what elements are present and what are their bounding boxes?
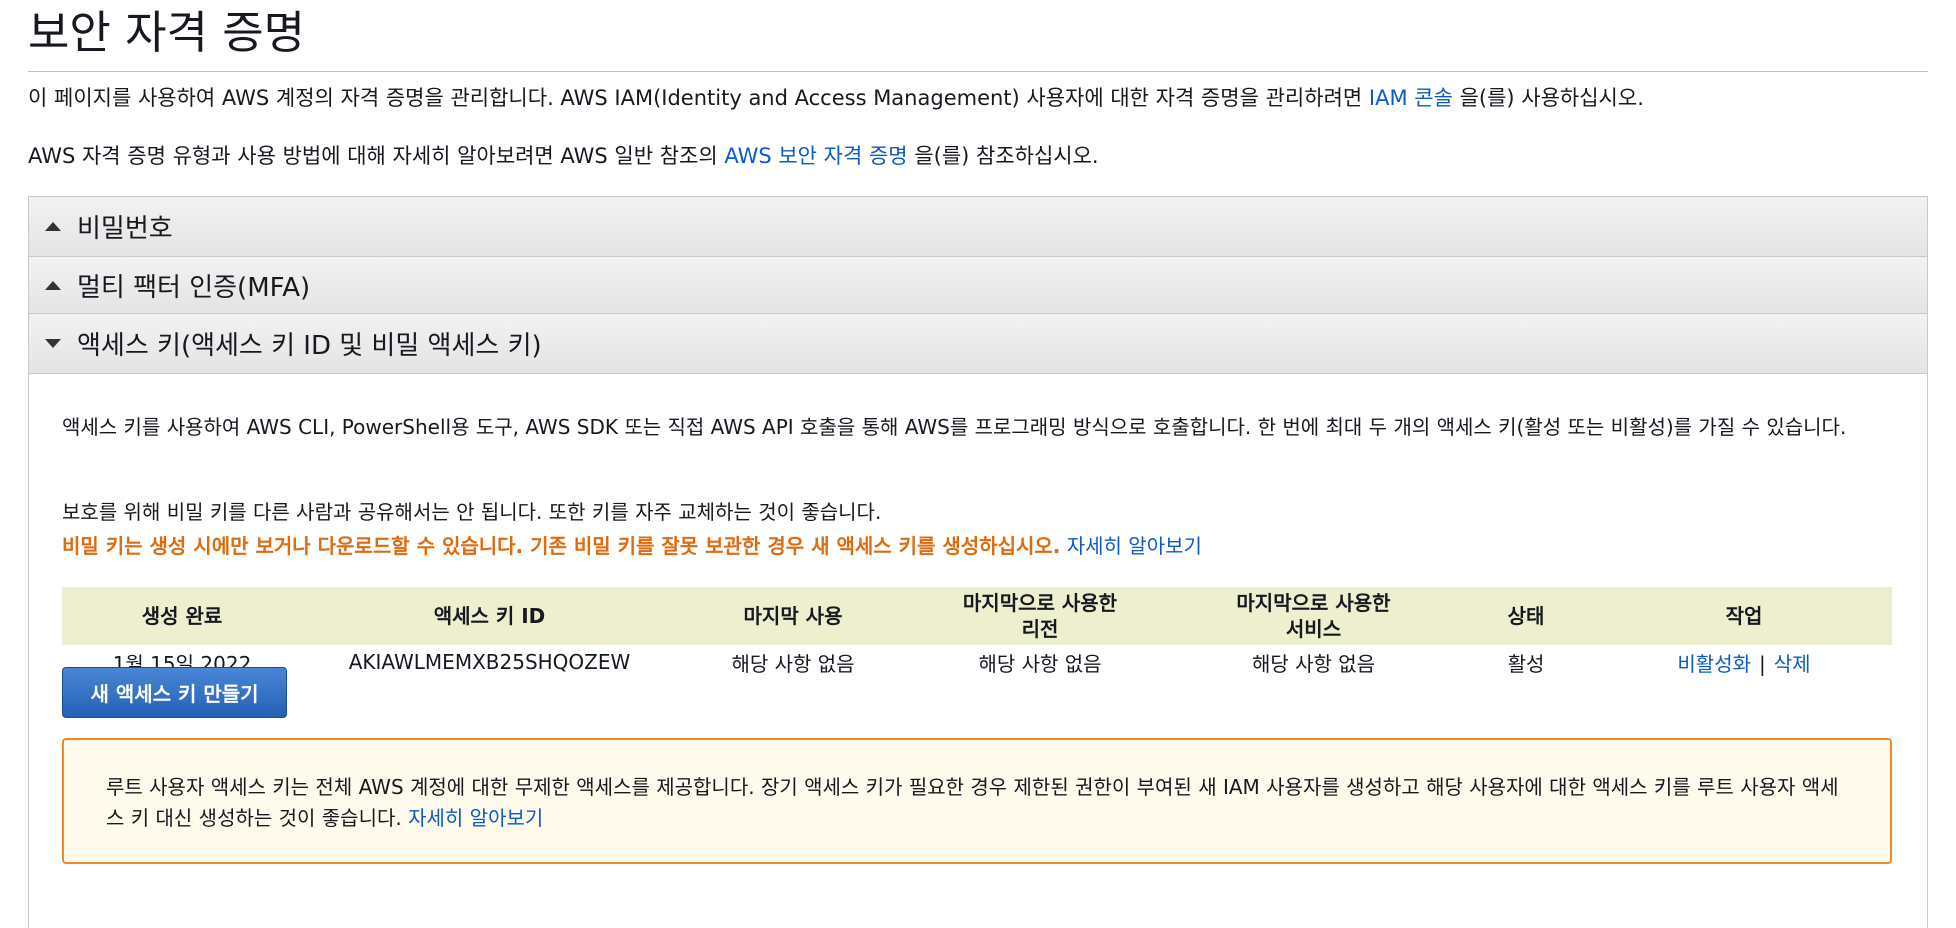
header-last-service-line-2: 서비스 [1285, 617, 1342, 641]
access-keys-description: 액세스 키를 사용하여 AWS CLI, PowerShell용 도구, AWS… [62, 415, 1847, 439]
table-header-row: 생성 완료 액세스 키 ID 마지막 사용 마지막으로 사용한 리전 마지막으로 … [62, 587, 1892, 645]
cell-key-id: AKIAWLMEMXB25SHQOZEW [348, 650, 631, 674]
accordion-access-keys[interactable]: 액세스 키(액세스 키 ID 및 비밀 액세스 키) [29, 314, 1927, 374]
expand-arrow-icon [45, 339, 61, 348]
intro-paragraph-2: AWS 자격 증명 유형과 사용 방법에 대해 자세히 알아보려면 AWS 일반… [28, 140, 1099, 170]
intro-2-text: AWS 자격 증명 유형과 사용 방법에 대해 자세히 알아보려면 AWS 일반… [28, 144, 725, 168]
accordion-password-title: 비밀번호 [77, 214, 173, 244]
root-notice-learn-more-link[interactable]: 자세히 알아보기 [408, 806, 543, 830]
header-last-service: 마지막으로 사용한 서비스 [1171, 587, 1456, 645]
secret-key-warning: 비밀 키는 생성 시에만 보거나 다운로드할 수 있습니다. 기존 비밀 키를 … [62, 530, 1202, 563]
root-notice-text: 루트 사용자 액세스 키는 전체 AWS 계정에 대한 무제한 액세스를 제공합… [106, 775, 1839, 830]
cell-last-service: 해당 사항 없음 [1251, 651, 1376, 676]
learn-more-link[interactable]: 자세히 알아보기 [1067, 534, 1202, 558]
credentials-panel: 비밀번호 멀티 팩터 인증(MFA) 액세스 키(액세스 키 ID 및 비밀 액… [28, 196, 1928, 928]
create-access-key-button[interactable]: 새 액세스 키 만들기 [62, 667, 287, 718]
warning-text: 비밀 키는 생성 시에만 보거나 다운로드할 수 있습니다. 기존 비밀 키를 … [62, 534, 1061, 558]
accordion-mfa-title: 멀티 팩터 인증(MFA) [77, 272, 311, 303]
aws-security-credentials-link[interactable]: AWS 보안 자격 증명 [724, 144, 907, 168]
header-actions: 작업 [1725, 604, 1763, 628]
cell-status: 활성 [1507, 651, 1545, 676]
accordion-password[interactable]: 비밀번호 [29, 197, 1927, 257]
header-key-id: 액세스 키 ID [433, 604, 546, 628]
iam-console-link[interactable]: IAM 콘솔 [1369, 86, 1453, 110]
page-title: 보안 자격 증명 [28, 6, 306, 59]
title-divider [28, 71, 1928, 72]
intro-2-suffix: 을(를) 참조하십시오. [907, 144, 1099, 168]
deactivate-link[interactable]: 비활성화 [1677, 652, 1751, 676]
header-last-used: 마지막 사용 [743, 604, 843, 628]
header-last-region: 마지막으로 사용한 리전 [909, 587, 1171, 645]
header-last-region-line-1: 마지막으로 사용한 [962, 591, 1118, 615]
header-status: 상태 [1507, 604, 1545, 628]
access-keys-table: 생성 완료 액세스 키 ID 마지막 사용 마지막으로 사용한 리전 마지막으로 … [62, 587, 1892, 679]
intro-1-suffix: 을(를) 사용하십시오. [1452, 86, 1644, 110]
header-last-region-line-2: 리전 [1021, 617, 1059, 641]
cell-last-region: 해당 사항 없음 [978, 651, 1102, 676]
cell-last-used: 해당 사항 없음 [731, 651, 855, 676]
intro-1-text: 이 페이지를 사용하여 AWS 계정의 자격 증명을 관리합니다. AWS IA… [28, 86, 1369, 110]
table-row: 1월 15일 2022 AKIAWLMEMXB25SHQOZEW 해당 사항 없… [62, 645, 1892, 679]
intro-paragraph-1: 이 페이지를 사용하여 AWS 계정의 자격 증명을 관리합니다. AWS IA… [28, 82, 1644, 112]
collapse-arrow-icon [45, 280, 61, 290]
delete-link[interactable]: 삭제 [1774, 652, 1811, 676]
security-note: 보호를 위해 비밀 키를 다른 사람과 공유해서는 안 됩니다. 또한 키를 자… [62, 500, 882, 524]
collapse-arrow-icon [45, 222, 61, 231]
accordion-access-keys-title: 액세스 키(액세스 키 ID 및 비밀 액세스 키) [77, 331, 542, 361]
root-user-notice: 루트 사용자 액세스 키는 전체 AWS 계정에 대한 무제한 액세스를 제공합… [62, 738, 1892, 864]
accordion-mfa[interactable]: 멀티 팩터 인증(MFA) [29, 257, 1927, 314]
header-created: 생성 완료 [141, 604, 223, 628]
action-separator: | [1759, 651, 1766, 676]
cell-actions: 비활성화 | 삭제 [1596, 645, 1892, 679]
header-last-service-line-1: 마지막으로 사용한 [1236, 591, 1391, 615]
